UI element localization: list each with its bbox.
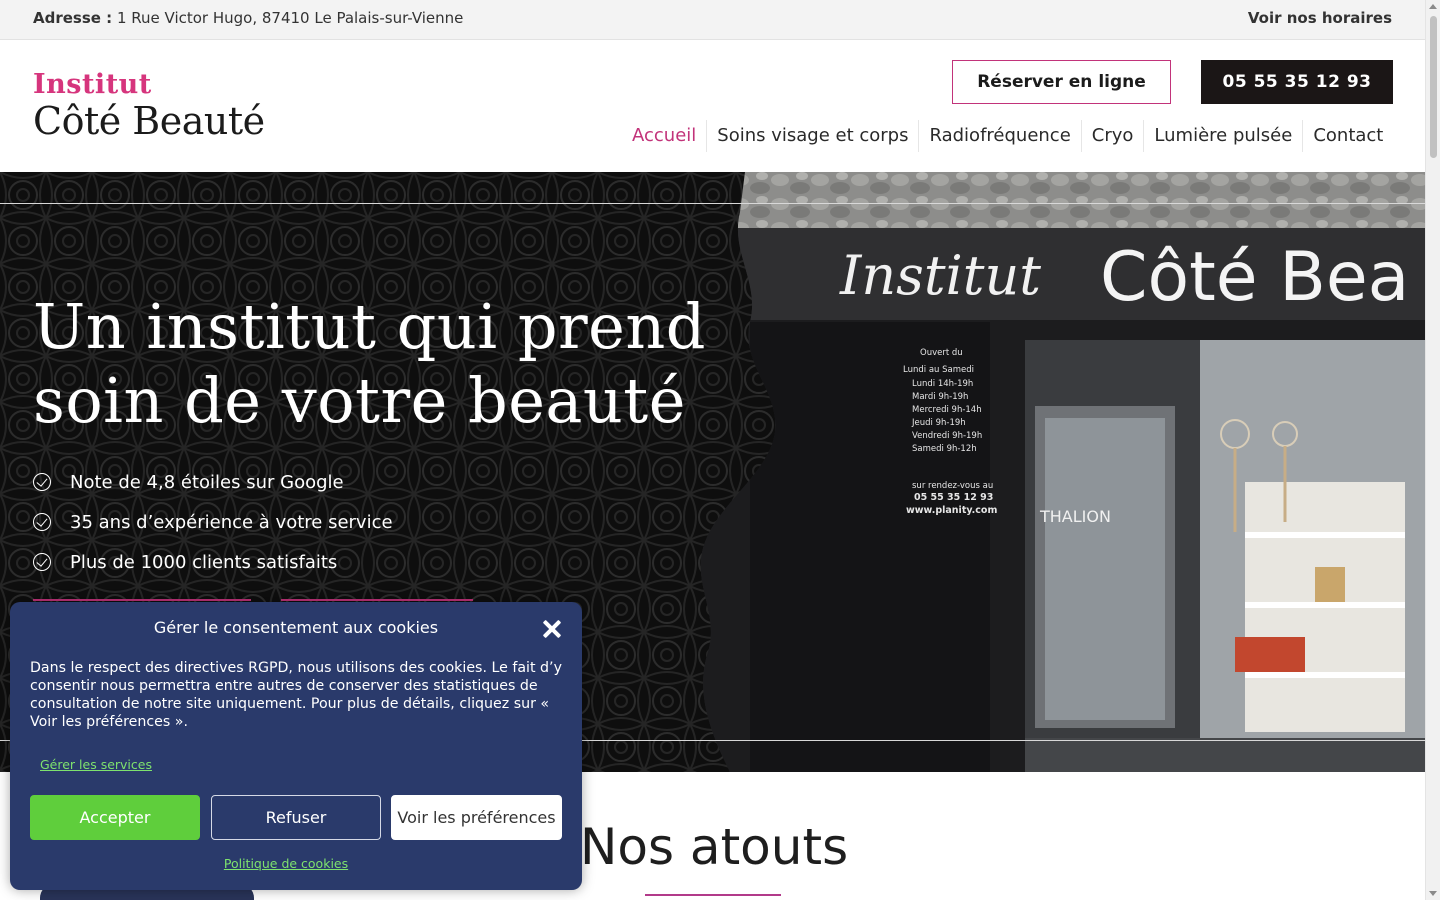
top-info-bar: Adresse : 1 Rue Victor Hugo, 87410 Le Pa… [0, 0, 1425, 40]
window-hours-line: Lundi 14h-19h [912, 379, 973, 389]
address: Adresse : 1 Rue Victor Hugo, 87410 Le Pa… [33, 9, 463, 27]
check-circle-icon [33, 473, 51, 491]
accept-button[interactable]: Accepter [30, 795, 200, 840]
check-circle-icon [33, 513, 51, 531]
window-hours-line: Mercredi 9h-14h [912, 405, 982, 415]
list-item: Note de 4,8 étoiles sur Google [33, 462, 393, 502]
nav-item-cryo[interactable]: Cryo [1080, 120, 1144, 152]
shop-sign-script: Institut [839, 244, 1041, 307]
hero-top-divider [0, 203, 1425, 204]
section-title: Nos atouts [580, 818, 849, 876]
logo-line1: Institut [33, 69, 152, 100]
scroll-down-icon[interactable] [1429, 891, 1437, 896]
address-label: Adresse : [33, 9, 113, 27]
book-online-button[interactable]: Réserver en ligne [952, 60, 1171, 104]
site-header: Institut Côté Beauté Réserver en ligne 0… [0, 40, 1425, 172]
hero-title-line1: Un institut qui prend [33, 290, 706, 363]
shop-sign-main: Côté Bea [1100, 238, 1409, 317]
main-nav: Accueil Soins visage et corps Radiofréqu… [622, 120, 1393, 152]
nav-item-accueil[interactable]: Accueil [622, 120, 706, 152]
nav-item-lumiere-pulsee[interactable]: Lumière pulsée [1143, 120, 1302, 152]
nav-item-contact[interactable]: Contact [1302, 120, 1393, 152]
section-title-underline [645, 894, 781, 896]
cookie-consent-dialog: Gérer le consentement aux cookies Dans l… [10, 602, 582, 890]
window-phone: 05 55 35 12 93 [914, 492, 993, 503]
shop-front-photo: Institut Côté Bea Ouvert du Lundi au Sam… [700, 172, 1425, 772]
address-text: 1 Rue Victor Hugo, 87410 Le Palais-sur-V… [116, 9, 464, 27]
logo-line2: Côté Beauté [33, 99, 265, 143]
site-logo[interactable]: Institut Côté Beauté [33, 70, 293, 150]
hero-title: Un institut qui prend soin de votre beau… [33, 290, 733, 438]
list-item: 35 ans d’expérience à votre service [33, 502, 393, 542]
scroll-up-icon[interactable] [1429, 4, 1437, 9]
window-hours-line: Vendredi 9h-19h [912, 431, 982, 441]
cookie-policy-link[interactable]: Politique de cookies [10, 856, 562, 871]
window-site: www.planity.com [906, 505, 997, 516]
benefit-text: Plus de 1000 clients satisfaits [70, 551, 338, 573]
window-hours-line: Lundi au Samedi [903, 365, 974, 375]
window-hours-line: Mardi 9h-19h [912, 392, 968, 402]
benefit-text: Note de 4,8 étoiles sur Google [70, 471, 344, 493]
window-appointment: sur rendez-vous au [912, 481, 993, 491]
hours-link[interactable]: Voir nos horaires [1248, 9, 1392, 27]
hero-title-line2: soin de votre beauté [33, 364, 686, 437]
refuse-button[interactable]: Refuser [211, 795, 381, 840]
check-circle-icon [33, 553, 51, 571]
list-item: Plus de 1000 clients satisfaits [33, 542, 393, 582]
window-hours-line: Ouvert du [920, 348, 963, 358]
view-preferences-button[interactable]: Voir les préférences [391, 795, 562, 840]
scroll-thumb[interactable] [1430, 16, 1437, 158]
hero-benefits-list: Note de 4,8 étoiles sur Google 35 ans d’… [33, 462, 393, 582]
nav-item-soins[interactable]: Soins visage et corps [706, 120, 918, 152]
manage-services-link[interactable]: Gérer les services [40, 757, 152, 772]
cookie-dialog-text: Dans le respect des directives RGPD, nou… [30, 660, 562, 730]
window-hours-line: Jeudi 9h-19h [911, 418, 966, 428]
page-scrollbar[interactable] [1425, 0, 1440, 900]
phone-button[interactable]: 05 55 35 12 93 [1201, 60, 1393, 104]
nav-item-radiofrequence[interactable]: Radiofréquence [918, 120, 1080, 152]
close-icon[interactable] [542, 619, 562, 639]
cookie-dialog-title: Gérer le consentement aux cookies [153, 618, 439, 637]
benefit-text: 35 ans d’expérience à votre service [70, 511, 393, 533]
window-hours-line: Samedi 9h-12h [912, 444, 977, 454]
window-brand: THALION [1039, 507, 1111, 526]
